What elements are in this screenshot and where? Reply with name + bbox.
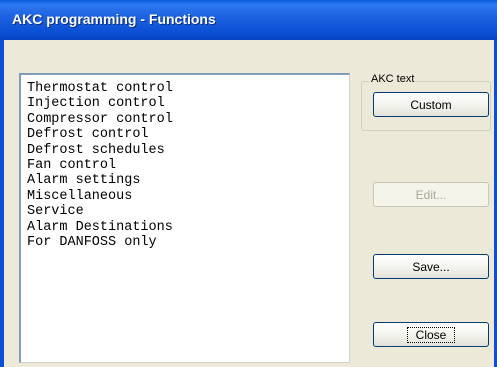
list-item[interactable]: Compressor control [27,112,349,127]
edit-button[interactable]: Edit... [373,182,489,207]
akc-text-group-label: AKC text [369,73,417,85]
functions-listbox[interactable]: Thermostat control Injection control Com… [19,73,350,363]
custom-button[interactable]: Custom [373,92,489,117]
list-item[interactable]: Defrost schedules [27,143,349,158]
title-bar[interactable]: AKC programming - Functions [0,0,497,40]
window-left-border [0,40,4,367]
save-button[interactable]: Save... [373,254,489,279]
list-item[interactable]: Alarm Destinations [27,220,349,235]
close-button-label: Close [406,326,456,343]
list-item[interactable]: Miscellaneous [27,189,349,204]
list-item[interactable]: Fan control [27,158,349,173]
list-item[interactable]: For DANFOSS only [27,235,349,250]
list-item[interactable]: Service [27,204,349,219]
close-button[interactable]: Close [373,322,489,347]
list-item[interactable]: Injection control [27,96,349,111]
window-title: AKC programming - Functions [12,11,216,27]
list-item[interactable]: Thermostat control [27,81,349,96]
list-item[interactable]: Defrost control [27,127,349,142]
list-item[interactable]: Alarm settings [27,173,349,188]
